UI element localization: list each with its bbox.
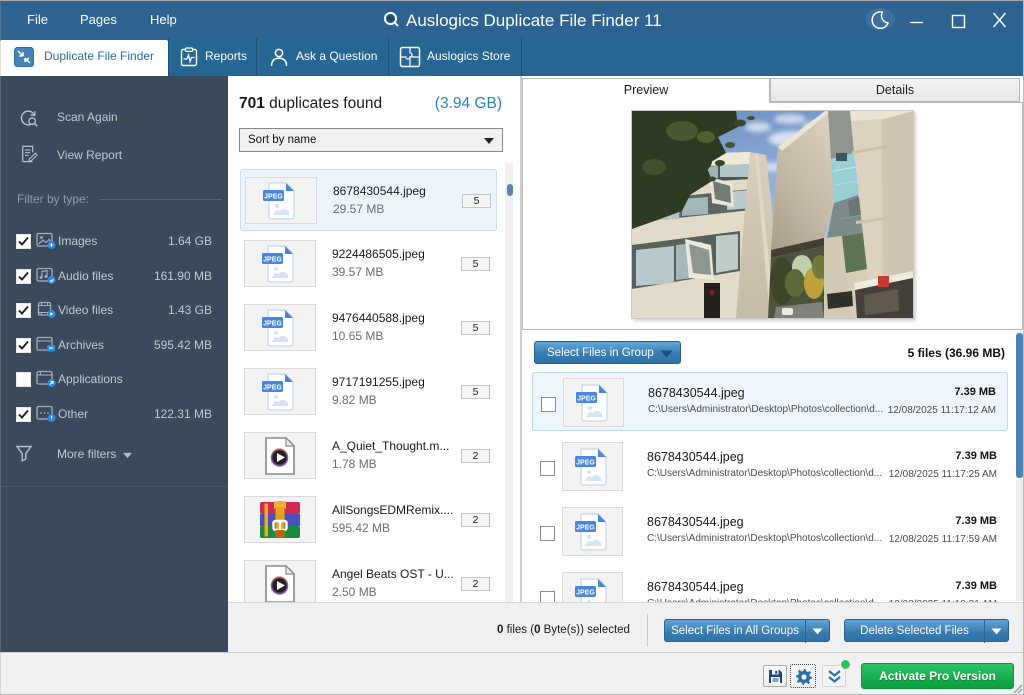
svg-text:JPEG: JPEG [263,384,282,391]
svg-text:JPEG: JPEG [263,320,282,327]
svg-text:JPEG: JPEG [576,524,595,531]
svg-text:JPEG: JPEG [263,256,282,263]
svg-text:JPEG: JPEG [576,589,595,596]
svg-text:JPEG: JPEG [577,395,596,402]
svg-text:JPEG: JPEG [576,459,595,466]
svg-text:JPEG: JPEG [264,193,283,200]
